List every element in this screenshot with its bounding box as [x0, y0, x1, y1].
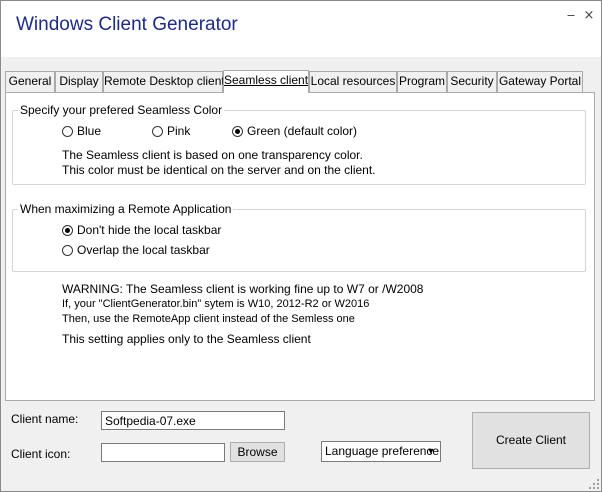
- chevron-down-icon[interactable]: ▼: [425, 442, 437, 461]
- radio-overlap-indicator[interactable]: [62, 244, 73, 256]
- client-icon-label: Client icon:: [11, 447, 71, 461]
- tab-seamless-client[interactable]: Seamless client: [223, 70, 309, 93]
- language-select-value: Language preference: [325, 444, 440, 458]
- radio-overlap-taskbar[interactable]: Overlap the local taskbar: [62, 243, 210, 257]
- tab-display[interactable]: Display: [55, 71, 103, 92]
- radio-pink-indicator[interactable]: [152, 125, 163, 137]
- radio-blue-indicator[interactable]: [62, 125, 73, 137]
- seamless-tab-page: Specify your prefered Seamless Color Blu…: [5, 92, 595, 401]
- radio-green-label: Green (default color): [247, 124, 358, 138]
- radio-pink[interactable]: Pink: [152, 124, 190, 138]
- window-title: Windows Client Generator: [16, 14, 238, 35]
- seamless-note-line2: This color must be identical on the serv…: [62, 163, 376, 177]
- title-bar: Windows Client Generator ‒ ×: [1, 1, 601, 57]
- language-select[interactable]: Language preference ▼: [321, 441, 441, 462]
- tab-general[interactable]: General: [5, 71, 55, 92]
- tab-local-resources[interactable]: Local resources: [309, 71, 397, 92]
- seamless-color-legend: Specify your prefered Seamless Color: [20, 103, 223, 117]
- radio-green-indicator[interactable]: [232, 125, 243, 137]
- radio-overlap-label: Overlap the local taskbar: [77, 243, 210, 257]
- tab-program[interactable]: Program: [397, 71, 447, 92]
- tab-gateway-portal[interactable]: Gateway Portal: [497, 71, 583, 92]
- resize-grip-icon[interactable]: [589, 479, 599, 489]
- radio-dont-hide-taskbar[interactable]: Don't hide the local taskbar: [62, 223, 221, 237]
- radio-pink-label: Pink: [167, 124, 191, 138]
- browse-button[interactable]: Browse: [230, 442, 285, 462]
- radio-blue-label: Blue: [77, 124, 102, 138]
- radio-dont-hide-indicator[interactable]: [62, 224, 73, 236]
- radio-dont-hide-label: Don't hide the local taskbar: [77, 223, 222, 237]
- minimize-button[interactable]: ‒: [563, 9, 579, 23]
- maximize-group: When maximizing a Remote Application: [12, 202, 586, 272]
- tab-remote-desktop-client[interactable]: Remote Desktop client: [103, 71, 225, 92]
- close-button[interactable]: ×: [581, 9, 597, 23]
- warning-line2: If, your "ClientGenerator.bin" sytem is …: [62, 298, 370, 310]
- applies-note: This setting applies only to the Seamles…: [62, 332, 311, 346]
- tab-strip: General Display Remote Desktop client Se…: [5, 70, 597, 93]
- maximize-legend: When maximizing a Remote Application: [20, 202, 232, 216]
- radio-green[interactable]: Green (default color): [232, 124, 357, 138]
- create-client-button[interactable]: Create Client: [472, 412, 590, 469]
- tab-security[interactable]: Security: [447, 71, 497, 92]
- client-icon-input[interactable]: [101, 443, 225, 462]
- warning-line1: WARNING: The Seamless client is working …: [62, 282, 424, 296]
- client-name-input[interactable]: Softpedia-07.exe: [101, 411, 285, 430]
- warning-line3: Then, use the RemoteApp client instead o…: [62, 313, 355, 325]
- radio-blue[interactable]: Blue: [62, 124, 101, 138]
- client-name-label: Client name:: [11, 412, 79, 426]
- app-window: Windows Client Generator ‒ × General Dis…: [0, 0, 602, 492]
- seamless-note-line1: The Seamless client is based on one tran…: [62, 148, 363, 162]
